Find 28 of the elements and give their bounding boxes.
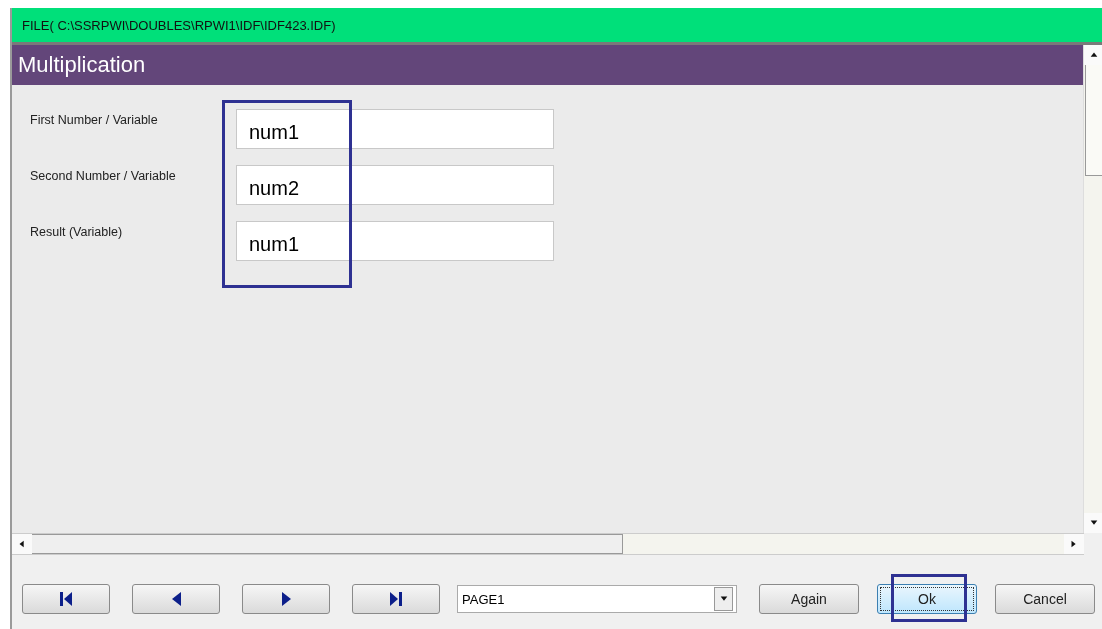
- next-icon: [281, 592, 291, 606]
- input-field[interactable]: num1: [236, 109, 554, 149]
- scroll-down-button[interactable]: [1084, 513, 1102, 533]
- dialog-button[interactable]: Again: [759, 584, 859, 614]
- dialog-button[interactable]: Cancel: [995, 584, 1095, 614]
- field-label: Second Number / Variable: [29, 168, 177, 183]
- page-dropdown[interactable]: PAGE1: [457, 585, 737, 613]
- field-label: First Number / Variable: [29, 112, 159, 127]
- scroll-left-button[interactable]: [12, 534, 32, 554]
- up-arrow-icon: [1089, 50, 1099, 60]
- scroll-right-button[interactable]: [1064, 534, 1084, 554]
- last-page-button[interactable]: [352, 584, 440, 614]
- scroll-up-button[interactable]: [1084, 45, 1102, 65]
- next-button[interactable]: [242, 584, 330, 614]
- previous-button[interactable]: [132, 584, 220, 614]
- scroll-thumb[interactable]: [32, 534, 623, 554]
- window-title: FILE( C:\SSRPWI\DOUBLES\RPWI1\IDF\IDF423.IDF): [12, 8, 1102, 45]
- left-arrow-icon: [17, 539, 27, 549]
- previous-icon: [171, 592, 181, 606]
- skip-first-icon: [60, 592, 72, 606]
- input-field[interactable]: num1: [236, 221, 554, 261]
- skip-last-icon: [390, 592, 402, 606]
- scroll-thumb[interactable]: [1085, 65, 1102, 176]
- form-title: Multiplication: [12, 45, 1083, 85]
- first-page-button[interactable]: [22, 584, 110, 614]
- dialog-button[interactable]: Ok: [877, 584, 977, 614]
- field-label: Result (Variable): [29, 224, 124, 239]
- input-field[interactable]: num2: [236, 165, 554, 205]
